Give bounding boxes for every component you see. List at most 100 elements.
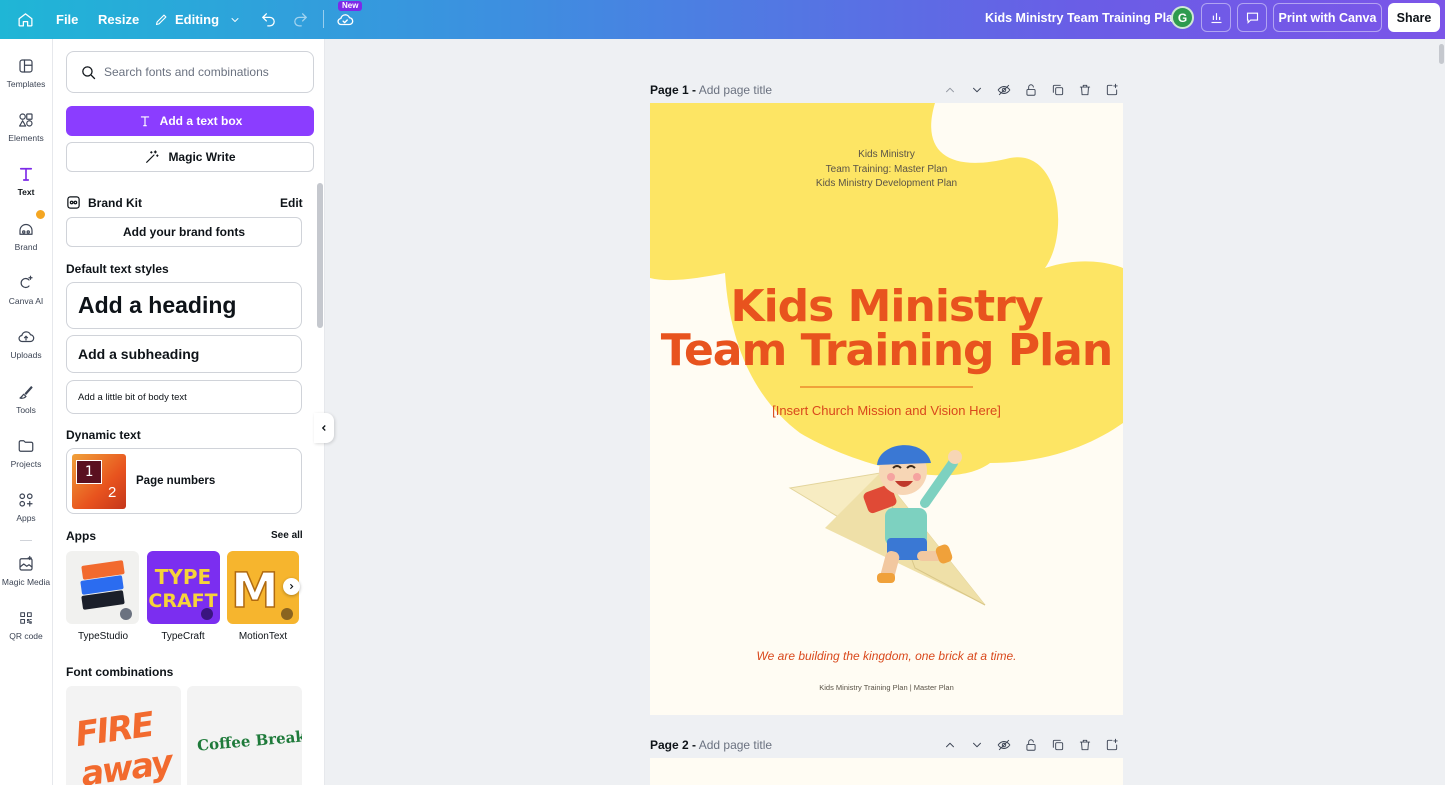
add-body-text-card[interactable]: Add a little bit of body text xyxy=(66,380,302,414)
design-page-2[interactable] xyxy=(650,758,1123,785)
rail-item-qr-code[interactable]: QR code xyxy=(0,607,52,657)
pencil-icon xyxy=(155,14,167,26)
rail-item-text[interactable]: Text xyxy=(0,163,52,213)
page-number-two: 2 xyxy=(108,484,117,501)
rail-label: Tools xyxy=(16,405,36,415)
page-2-toolbar xyxy=(943,738,1119,752)
lock-icon[interactable] xyxy=(1024,83,1038,97)
share-button[interactable]: Share xyxy=(1388,3,1440,32)
app-typecraft[interactable]: TYPE CRAFT xyxy=(147,551,220,624)
duplicate-icon[interactable] xyxy=(1051,83,1065,97)
document-title[interactable]: Kids Ministry Team Training Plan xyxy=(985,0,1181,39)
apps-title: Apps xyxy=(66,529,96,543)
chevron-down-icon[interactable] xyxy=(970,83,984,97)
chevron-down-icon[interactable] xyxy=(970,738,984,752)
chevron-left-icon xyxy=(321,425,326,431)
resize-button[interactable]: Resize xyxy=(98,0,139,39)
file-menu[interactable]: File xyxy=(56,0,78,39)
bar-chart-icon xyxy=(1211,13,1221,24)
page-numbers-card[interactable]: 1 2 Page numbers xyxy=(66,448,302,514)
default-text-styles-title: Default text styles xyxy=(66,262,169,276)
magic-write-button[interactable]: Magic Write xyxy=(66,142,314,172)
add-heading-card[interactable]: Add a heading xyxy=(66,282,302,329)
heading-underline xyxy=(800,386,973,388)
rail-item-brand[interactable]: Brand xyxy=(0,218,52,268)
quote-text: We are building the kingdom, one brick a… xyxy=(756,649,1017,663)
panel-scrollbar[interactable] xyxy=(317,183,323,328)
undo-icon xyxy=(262,13,275,27)
brand-icon xyxy=(19,223,33,235)
search-fonts-field[interactable]: Search fonts and combinations xyxy=(66,51,314,93)
rail-divider xyxy=(20,540,32,541)
page-1-label: Page 1 - xyxy=(650,83,697,97)
heading-sample: Add a heading xyxy=(78,292,237,318)
rail-label: Uploads xyxy=(10,350,42,360)
font-combo-coffee-break[interactable]: Coffee Break xyxy=(187,686,302,785)
mission-text: [Insert Church Mission and Vision Here] xyxy=(772,403,1001,418)
search-icon xyxy=(82,66,96,80)
dynamic-text-title: Dynamic text xyxy=(66,428,141,442)
new-badge: New xyxy=(338,1,363,11)
apps-next-button[interactable] xyxy=(283,578,300,595)
page-numbers-thumbnail: 1 2 xyxy=(72,454,126,509)
user-avatar[interactable]: G xyxy=(1171,6,1194,29)
search-input[interactable]: Search fonts and combinations xyxy=(104,65,269,79)
home-button[interactable] xyxy=(17,0,34,39)
elements-icon xyxy=(19,113,33,127)
collapse-panel-button[interactable] xyxy=(314,413,334,443)
rail-item-templates[interactable]: Templates xyxy=(0,55,52,105)
combo-coffee-text: Coffee Break xyxy=(196,727,302,755)
editing-mode-dropdown[interactable]: Editing xyxy=(154,0,241,39)
see-all-apps-link[interactable]: See all xyxy=(271,530,303,541)
comments-button[interactable] xyxy=(1237,3,1267,32)
page-1-header: Page 1 - Add page title xyxy=(650,83,772,97)
duplicate-icon[interactable] xyxy=(1051,738,1065,752)
font-combo-fire-away[interactable]: FIRE away xyxy=(66,686,181,785)
trash-icon[interactable] xyxy=(1078,83,1092,97)
page-footer-text: Kids Ministry Training Plan | Master Pla… xyxy=(819,683,954,692)
rail-item-tools[interactable]: Tools xyxy=(0,381,52,431)
left-rail: Templates Elements Text Brand Canva AI U… xyxy=(0,39,52,785)
chevron-up-icon[interactable] xyxy=(943,83,957,97)
brand-kit-edit-link[interactable]: Edit xyxy=(280,196,303,210)
design-page-1[interactable]: Kids Ministry Team Training: Master Plan… xyxy=(650,103,1123,715)
projects-icon xyxy=(18,440,34,452)
print-with-canva-button[interactable]: Print with Canva xyxy=(1273,3,1382,32)
svg-text:M: M xyxy=(231,563,279,619)
hide-page-icon[interactable] xyxy=(997,738,1011,752)
add-brand-fonts-button[interactable]: Add your brand fonts xyxy=(66,217,302,247)
text-icon xyxy=(140,116,149,127)
rail-item-uploads[interactable]: Uploads xyxy=(0,326,52,376)
rail-label: Magic Media xyxy=(1,577,51,587)
magic-media-icon xyxy=(19,555,33,571)
rail-item-apps[interactable]: Apps xyxy=(0,489,52,539)
insights-button[interactable] xyxy=(1201,3,1231,32)
page-1-title-input[interactable]: Add page title xyxy=(699,83,772,97)
chevron-right-icon xyxy=(289,583,294,590)
page-numbers-label: Page numbers xyxy=(136,475,216,487)
undo-button[interactable] xyxy=(260,0,277,39)
top-line-1: Kids Ministry xyxy=(858,149,915,160)
app-typestudio[interactable] xyxy=(66,551,139,624)
chevron-up-icon[interactable] xyxy=(943,738,957,752)
canvas-scrollbar[interactable] xyxy=(1439,44,1444,64)
redo-button[interactable] xyxy=(292,0,309,39)
rail-item-canva-ai[interactable]: Canva AI xyxy=(0,272,52,322)
magic-wand-icon xyxy=(146,150,160,163)
top-bar: File Resize Editing New Kids Ministry Te… xyxy=(0,0,1445,39)
trash-icon[interactable] xyxy=(1078,738,1092,752)
page-2-title-input[interactable]: Add page title xyxy=(699,738,772,752)
add-page-icon[interactable] xyxy=(1105,738,1119,752)
hide-page-icon[interactable] xyxy=(997,83,1011,97)
crown-icon xyxy=(35,209,46,220)
rail-item-magic-media[interactable]: Magic Media xyxy=(0,553,52,603)
lock-icon[interactable] xyxy=(1024,738,1038,752)
add-subheading-card[interactable]: Add a subheading xyxy=(66,335,302,373)
combo-fire-text: FIRE away xyxy=(72,704,174,785)
rail-item-projects[interactable]: Projects xyxy=(0,435,52,485)
add-text-box-button[interactable]: Add a text box xyxy=(66,106,314,136)
add-page-icon[interactable] xyxy=(1105,83,1119,97)
rail-item-elements[interactable]: Elements xyxy=(0,109,52,159)
app-label-motiontext: MotionText xyxy=(238,631,288,642)
rail-label: QR code xyxy=(9,631,43,641)
